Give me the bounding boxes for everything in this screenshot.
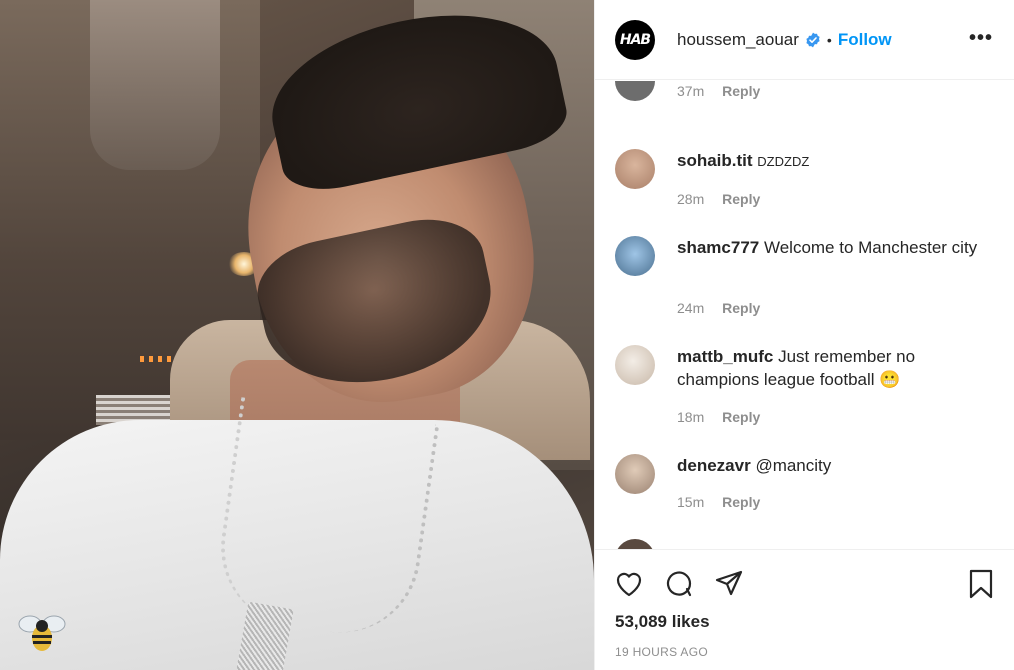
comment-meta: 18m Reply [677,409,760,425]
comment-username[interactable]: denezavr [677,456,751,475]
reply-button[interactable]: Reply [722,191,760,207]
comment-time: 24m [677,300,705,316]
bee-emblem-icon [18,615,66,651]
comment-avatar[interactable] [615,345,655,385]
comment-time: 37m [677,83,705,99]
reply-button[interactable]: Reply [722,409,760,425]
comment-avatar[interactable] [615,454,655,494]
bookmark-icon[interactable] [965,568,997,600]
comment-avatar[interactable] [615,539,655,549]
verified-badge-icon [805,32,821,48]
post-header: HAB houssem_aouar • Follow ••• [595,0,1014,80]
comment-time: 28m [677,191,705,207]
comment-time: 15m [677,494,705,510]
header-separator: • [826,31,832,48]
comment-text: DZDZDZ [757,154,810,169]
comment-meta: 24m Reply [677,300,760,316]
comment-username[interactable]: mattb_mufc [677,347,773,366]
photo-cabin-window [90,0,220,170]
comment-username[interactable]: sohaib.tit [677,151,753,170]
comment-avatar[interactable] [615,149,655,189]
post-side-panel: HAB houssem_aouar • Follow ••• 37m Reply… [594,0,1014,670]
reply-button[interactable]: Reply [722,300,760,316]
author-avatar[interactable]: HAB [615,19,655,60]
comment-avatar[interactable] [615,236,655,276]
comment-username[interactable]: shamc777 [677,238,759,257]
share-icon[interactable] [713,568,745,600]
post-timestamp[interactable]: 19 HOURS AGO [615,645,708,659]
follow-button[interactable]: Follow [838,30,892,50]
reply-button[interactable]: Reply [722,494,760,510]
post-actions-bar: 53,089 likes 19 HOURS AGO [595,549,1014,670]
likes-count[interactable]: 53,089 likes [615,612,710,632]
comment-text: @mancity [755,456,832,475]
author-avatar-logo-text: HAB [619,31,651,48]
post-photo[interactable] [0,0,594,670]
reply-button[interactable]: Reply [722,83,760,99]
comment-time: 18m [677,409,705,425]
more-options-icon[interactable]: ••• [969,27,993,50]
comment-meta: 15m Reply [677,494,760,510]
comment-text: Welcome to Manchester city [763,238,978,257]
comments-list[interactable]: 37m Reply sohaib.tit DZDZDZ 28m Reply sh… [595,81,1014,549]
comment-body: sohaib.tit DZDZDZ [677,149,997,173]
comment-body: denezavr @mancity [677,454,997,477]
comment-icon[interactable] [663,568,695,600]
comment-body: shamc777 Welcome to Manchester city [677,236,997,259]
comment-avatar[interactable] [615,81,655,101]
author-username[interactable]: houssem_aouar [677,30,799,50]
comment-body: mattb_mufc Just remember no champions le… [677,345,997,391]
comment-meta: 28m Reply [677,191,760,207]
comment-meta: 37m Reply [677,83,760,99]
comment-item: 37m Reply [615,81,995,121]
heart-icon[interactable] [613,568,645,600]
